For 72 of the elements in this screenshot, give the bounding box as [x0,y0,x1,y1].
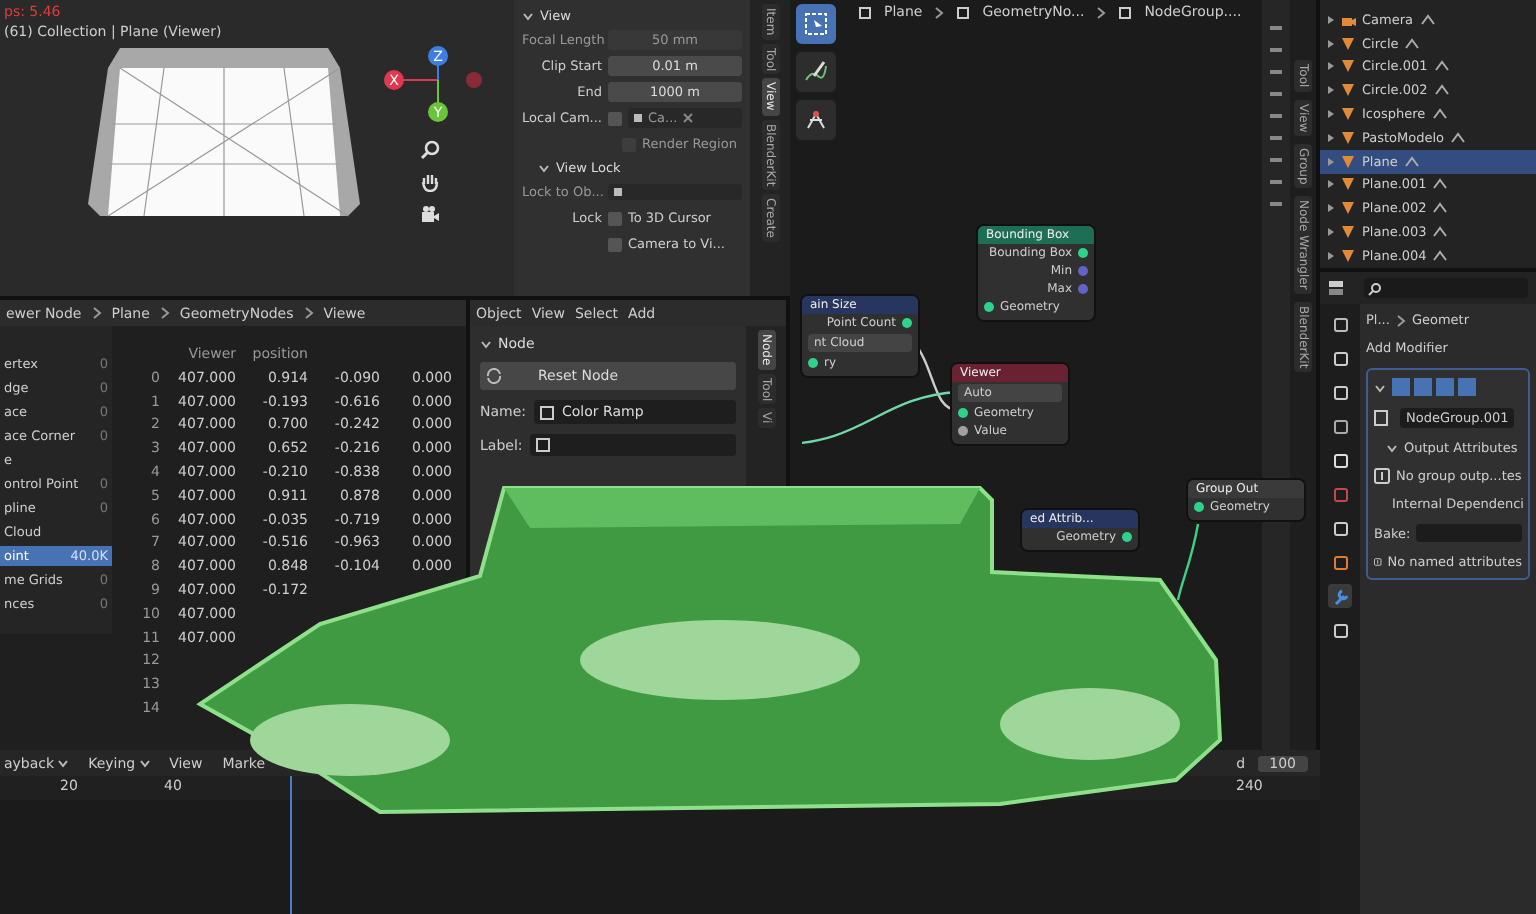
refresh-icon [486,368,502,384]
expand-arrow-icon[interactable] [1328,180,1334,189]
socket-dot[interactable] [958,408,968,418]
tool-button[interactable] [796,52,836,92]
expand-arrow-icon[interactable] [1328,62,1334,71]
chevron-right-icon [159,306,170,320]
property-tab-icon[interactable] [1328,346,1352,370]
measure-tool-icon [802,106,830,134]
node-link [1176,523,1200,601]
modifier-toggle-icons[interactable] [1392,378,1480,396]
chevron-icon[interactable] [538,162,550,174]
camera-icon[interactable] [420,204,440,224]
property-tab-icon[interactable] [1328,414,1352,438]
chevron-right-icon [1395,313,1406,327]
expand-arrow-icon[interactable] [1328,39,1334,48]
tool-button[interactable] [796,4,836,44]
chevron-icon[interactable] [1386,442,1398,454]
wrench-icon[interactable] [1328,584,1352,608]
socket-dot[interactable] [984,302,994,312]
socket-dot[interactable] [1122,532,1132,542]
object-icon [858,5,872,19]
search-icon [1368,281,1382,295]
info-icon [1374,468,1390,484]
property-tab-icon[interactable] [1328,550,1352,574]
zoom-icon[interactable] [420,140,440,160]
object-field[interactable] [608,184,742,200]
hand-icon[interactable] [420,172,440,192]
object-icon [1118,5,1133,19]
expand-arrow-icon[interactable] [1328,15,1334,24]
chevron-right-icon [934,5,945,19]
chevron-right-icon [1096,5,1107,19]
expand-arrow-icon[interactable] [1328,157,1334,166]
caret-icon [58,759,69,767]
property-tab-icon[interactable] [1328,516,1352,540]
socket-dot[interactable] [958,426,968,436]
socket-dot[interactable] [902,318,912,328]
checkbox[interactable] [608,237,622,251]
object-icon [956,5,971,19]
chevron-icon[interactable] [480,338,492,350]
chevron-icon[interactable] [522,10,534,22]
checkbox[interactable] [608,111,622,125]
chevron-icon[interactable] [1374,381,1386,393]
chevron-right-icon [303,306,314,320]
socket-dot[interactable] [1078,266,1088,276]
socket-dot[interactable] [1078,284,1088,294]
label-field[interactable] [530,434,736,456]
expand-arrow-icon[interactable] [1328,228,1334,237]
node-icon [540,405,555,419]
expand-arrow-icon[interactable] [1328,251,1334,260]
property-tab-icon[interactable] [1328,380,1352,404]
select-tool-icon [802,10,830,38]
expand-arrow-icon[interactable] [1328,110,1334,119]
info-icon [1374,554,1382,570]
close-icon[interactable] [681,112,694,124]
property-tab-icon[interactable] [1328,448,1352,472]
socket-dot[interactable] [1194,502,1204,512]
axis-handle[interactable] [466,72,482,88]
node-tree-icon[interactable] [1374,410,1394,426]
socket-dot[interactable] [808,358,818,368]
socket-dot[interactable] [1078,248,1088,258]
expand-arrow-icon[interactable] [1328,133,1334,142]
chevron-right-icon [91,306,102,320]
node-icon [536,438,551,452]
property-tab-icon[interactable] [1328,312,1352,336]
property-tab-icon[interactable] [1328,618,1352,642]
tool-button[interactable] [796,100,836,140]
search-field[interactable] [1364,278,1528,298]
caret-icon [139,759,150,767]
expand-arrow-icon[interactable] [1328,204,1334,213]
annotate-tool-icon [802,58,830,86]
checkbox[interactable] [608,211,622,225]
expand-arrow-icon[interactable] [1328,86,1334,95]
